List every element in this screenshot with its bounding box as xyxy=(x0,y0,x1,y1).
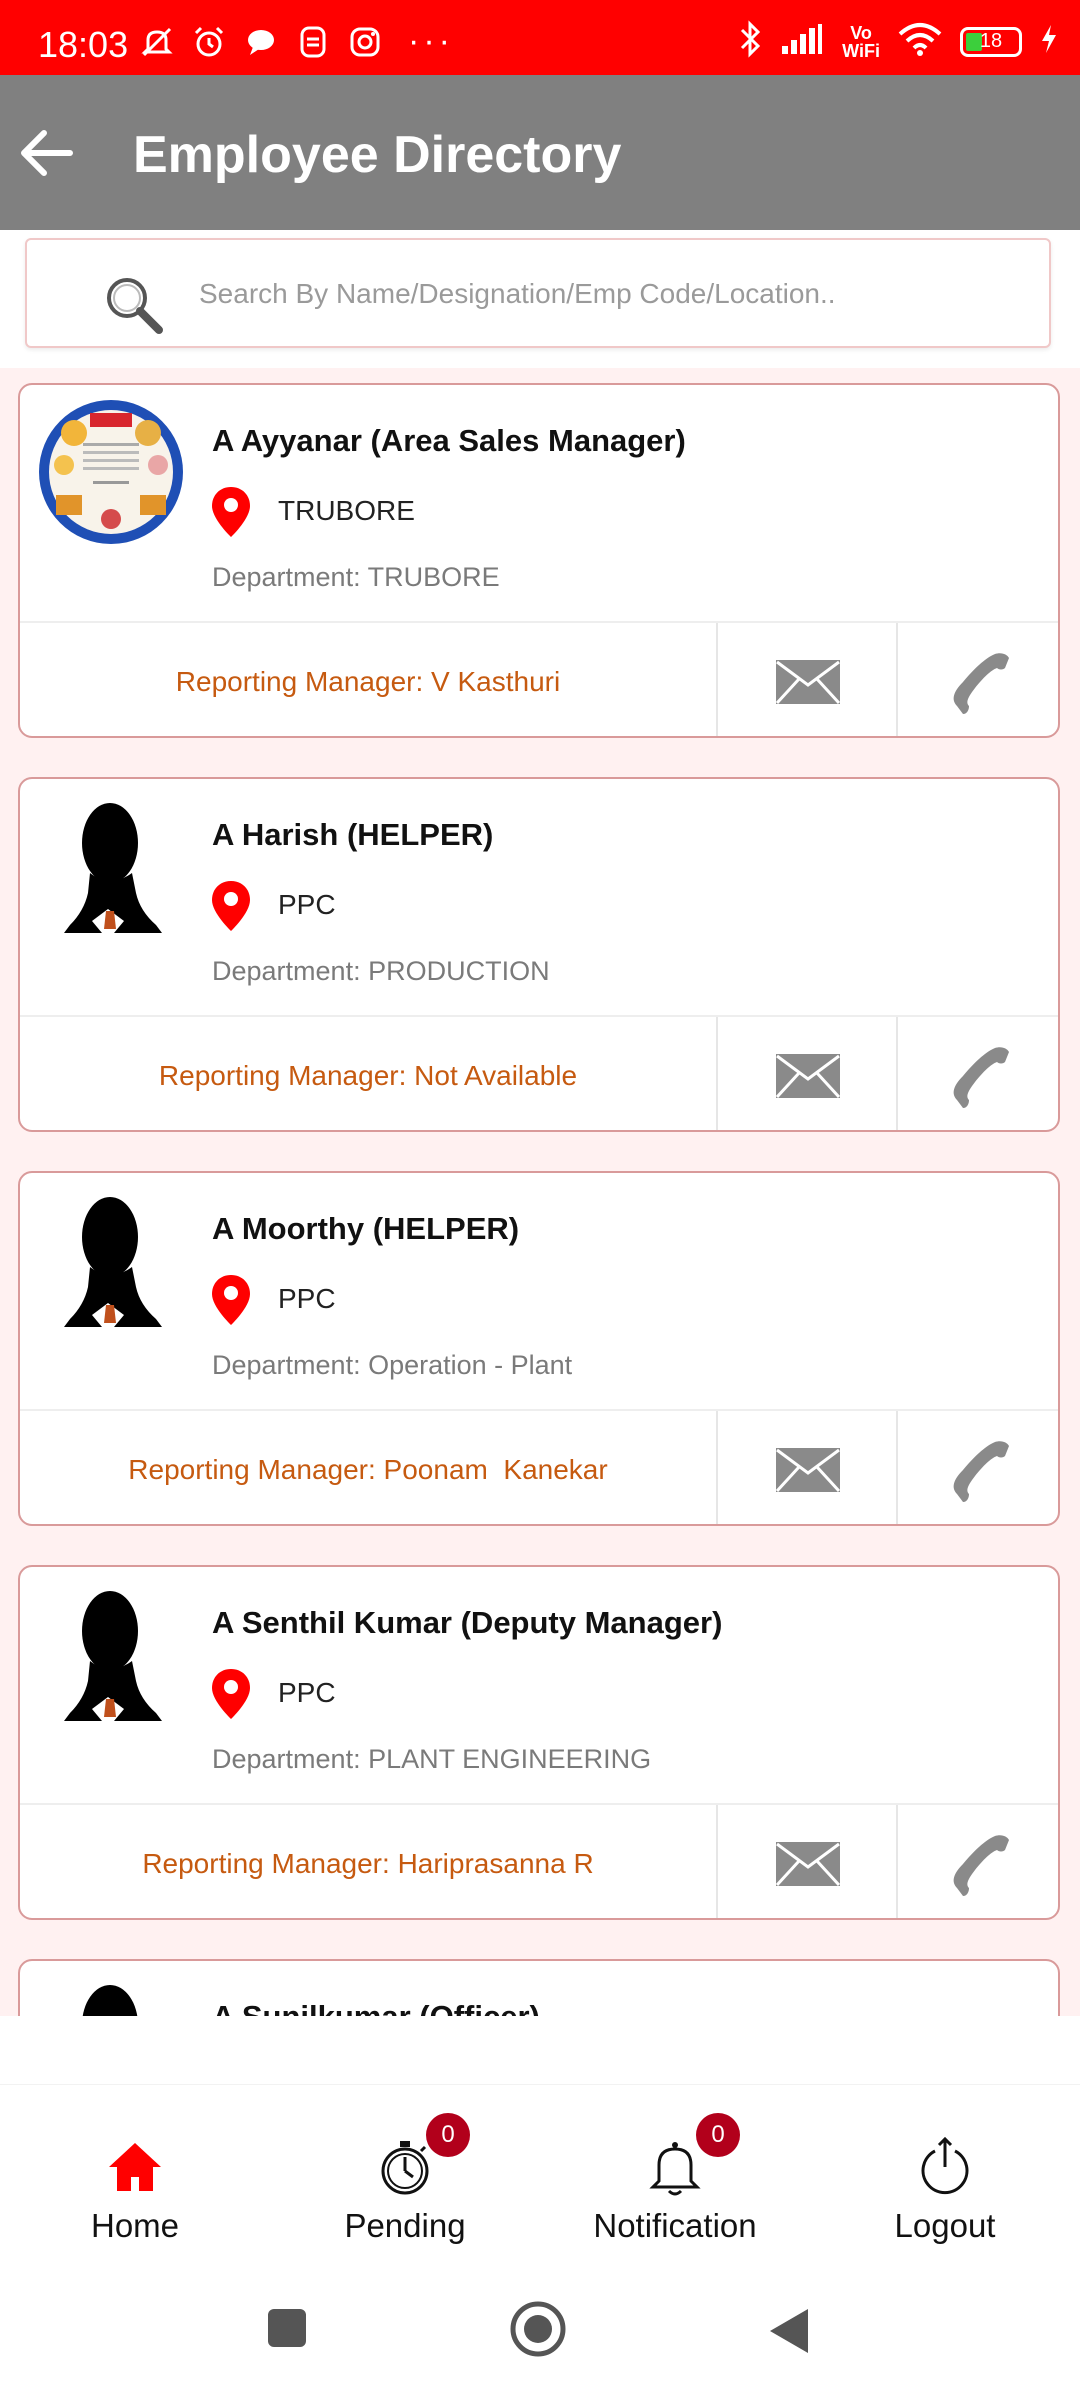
charging-icon xyxy=(1040,24,1058,59)
nav-home[interactable]: Home xyxy=(0,2085,270,2260)
more-notifications-icon: ··· xyxy=(408,22,454,60)
wifi-icon xyxy=(898,22,942,61)
nav-pending-label: Pending xyxy=(344,2207,466,2244)
employee-department: Department: PLANT ENGINEERING xyxy=(212,1744,652,1774)
arrow-left-icon xyxy=(21,130,73,176)
back-button[interactable] xyxy=(16,123,76,183)
envelope-icon xyxy=(775,1053,841,1098)
employee-name: A Harish (HELPER) xyxy=(212,817,494,852)
search-input[interactable]: Search By Name/Designation/Emp Code/Loca… xyxy=(25,238,1051,348)
employee-card[interactable]: A Moorthy (HELPER) PPC Department: Opera… xyxy=(18,1171,1060,1526)
page-title: Employee Directory xyxy=(133,126,622,184)
email-button[interactable] xyxy=(716,623,898,736)
employee-card[interactable]: A Sunilkumar (Officer) xyxy=(18,1959,1060,2016)
chat-icon xyxy=(244,25,278,59)
search-placeholder: Search By Name/Designation/Emp Code/Loca… xyxy=(199,278,836,309)
phone-icon xyxy=(953,652,1009,714)
avatar-silhouette xyxy=(82,1985,138,2016)
reporting-manager: Reporting Manager: Not Available xyxy=(158,1059,578,1091)
nav-logout-label: Logout xyxy=(894,2207,996,2244)
avatar-silhouette xyxy=(64,803,162,933)
email-button[interactable] xyxy=(716,1411,898,1524)
employee-name: A Senthil Kumar (Deputy Manager) xyxy=(212,1605,723,1640)
status-notification-icons: ··· xyxy=(140,22,454,61)
search-area: Search By Name/Designation/Emp Code/Loca… xyxy=(0,230,1080,368)
phone-icon xyxy=(953,1440,1009,1502)
bottom-navigation: Home 0 Pending 0 Notification Logout xyxy=(0,2084,1080,2260)
employee-location: PPC xyxy=(278,1677,336,1708)
location-pin-icon xyxy=(212,487,250,537)
reporting-manager: Reporting Manager: Hariprasanna R xyxy=(142,1847,594,1879)
employee-name: A Ayyanar (Area Sales Manager) xyxy=(212,423,686,458)
email-button[interactable] xyxy=(716,1017,898,1130)
square-icon xyxy=(268,2309,306,2347)
stopwatch-icon xyxy=(381,2141,429,2195)
call-button[interactable] xyxy=(896,1017,1058,1130)
employee-location: TRUBORE xyxy=(278,495,415,526)
search-icon xyxy=(107,278,163,334)
vowifi-label: Vo WiFi xyxy=(842,22,880,61)
nav-notification[interactable]: 0 Notification xyxy=(540,2085,810,2260)
employee-location: PPC xyxy=(278,889,336,920)
bell-icon xyxy=(649,2142,701,2196)
nav-home-label: Home xyxy=(90,2207,180,2244)
envelope-icon xyxy=(775,1447,841,1492)
call-button[interactable] xyxy=(896,1411,1058,1524)
avatar-silhouette xyxy=(64,1591,162,1721)
alarm-icon xyxy=(192,25,226,59)
system-navigation-bar xyxy=(0,2259,1080,2408)
muted-bell-icon xyxy=(140,25,174,59)
employee-department: Department: PRODUCTION xyxy=(212,956,550,986)
home-system-button[interactable] xyxy=(510,2301,566,2362)
home-icon xyxy=(109,2143,161,2191)
envelope-icon xyxy=(775,1841,841,1886)
signal-icon xyxy=(780,22,824,61)
location-pin-icon xyxy=(212,1275,250,1325)
nav-logout[interactable]: Logout xyxy=(810,2085,1080,2260)
reporting-manager: Reporting Manager: Poonam Kanekar xyxy=(128,1453,608,1485)
recents-button[interactable] xyxy=(266,2307,308,2354)
power-icon xyxy=(921,2137,969,2195)
notification-badge: 0 xyxy=(696,2113,740,2157)
battery-icon: 18 xyxy=(960,26,1022,57)
pending-badge: 0 xyxy=(426,2113,470,2157)
employee-card[interactable]: A Harish (HELPER) PPC Department: PRODUC… xyxy=(18,777,1060,1132)
status-system-icons: Vo WiFi 18 xyxy=(738,20,1058,63)
call-button[interactable] xyxy=(896,1805,1058,1918)
app-icon xyxy=(296,25,330,59)
employee-card[interactable]: A Senthil Kumar (Deputy Manager) PPC Dep… xyxy=(18,1565,1060,1920)
employee-name: A Moorthy (HELPER) xyxy=(212,1211,520,1246)
location-pin-icon xyxy=(212,1669,250,1719)
status-bar: 18:03 ··· Vo WiFi 18 xyxy=(0,0,1080,75)
instagram-icon xyxy=(348,25,382,59)
call-button[interactable] xyxy=(896,623,1058,736)
employee-department: Department: Operation - Plant xyxy=(212,1350,573,1380)
circle-home-icon xyxy=(510,2301,566,2357)
triangle-back-icon xyxy=(770,2309,808,2353)
employee-list: A Ayyanar (Area Sales Manager) TRUBORE D… xyxy=(0,368,1080,2016)
status-time: 18:03 xyxy=(38,24,129,65)
avatar-silhouette xyxy=(64,1197,162,1327)
phone-icon xyxy=(953,1046,1009,1108)
back-system-button[interactable] xyxy=(768,2307,810,2360)
nav-notification-label: Notification xyxy=(593,2207,757,2244)
bluetooth-icon xyxy=(738,20,762,63)
location-pin-icon xyxy=(212,881,250,931)
phone-icon xyxy=(953,1834,1009,1896)
reporting-manager: Reporting Manager: V Kasthuri xyxy=(175,665,561,697)
battery-level: 18 xyxy=(979,30,1003,52)
nav-pending[interactable]: 0 Pending xyxy=(270,2085,540,2260)
employee-department: Department: TRUBORE xyxy=(212,562,500,592)
employee-name: A Sunilkumar (Officer) xyxy=(212,1999,540,2016)
employee-location: PPC xyxy=(278,1283,336,1314)
employee-card[interactable]: A Ayyanar (Area Sales Manager) TRUBORE D… xyxy=(18,383,1060,738)
avatar-birthday-card xyxy=(39,400,183,544)
envelope-icon xyxy=(775,659,841,704)
email-button[interactable] xyxy=(716,1805,898,1918)
app-bar: Employee Directory xyxy=(0,75,1080,230)
